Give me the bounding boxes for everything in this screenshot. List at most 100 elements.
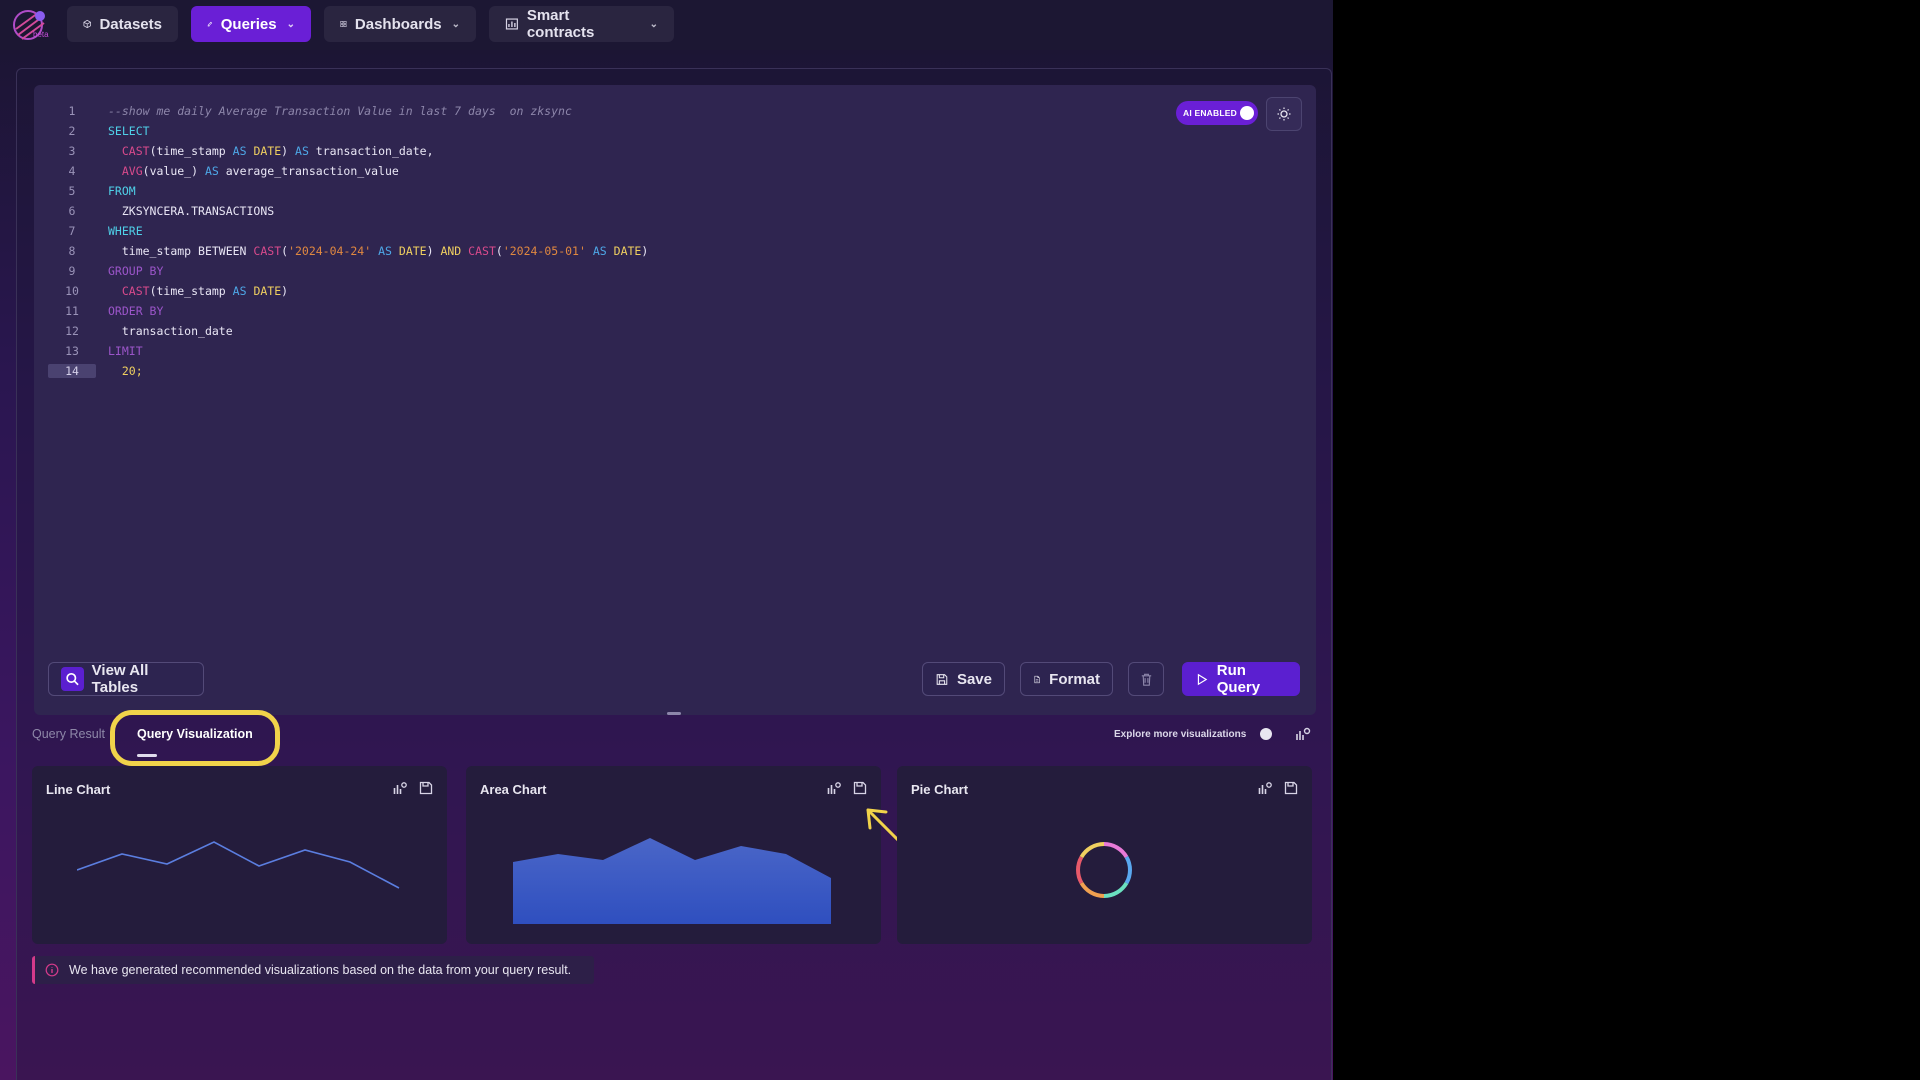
- ai-enabled-label: AI ENABLED: [1183, 108, 1237, 118]
- code-comment: --show me daily Average Transaction Valu…: [108, 104, 572, 118]
- line-number: 3: [68, 144, 76, 158]
- pie-chart-card[interactable]: Pie Chart: [897, 766, 1312, 944]
- code-type: DATE: [613, 244, 642, 258]
- run-query-label: Run Query: [1216, 662, 1261, 696]
- code-line: 9 GROUP BY: [48, 261, 1228, 281]
- code-text: (value_): [142, 164, 205, 178]
- line-number: 8: [68, 244, 76, 258]
- view-all-tables-button[interactable]: View All Tables: [48, 662, 204, 696]
- line-number: 1: [68, 104, 76, 118]
- save-label: Save: [956, 670, 992, 688]
- code-function: CAST: [121, 144, 150, 158]
- resize-handle[interactable]: [667, 712, 681, 715]
- save-icon: [936, 673, 948, 685]
- chevron-down-icon: ⌄: [286, 18, 295, 30]
- run-query-button[interactable]: Run Query: [1182, 662, 1300, 696]
- code-text: transaction_date: [121, 324, 233, 338]
- nav-queries[interactable]: Queries ⌄: [191, 6, 311, 42]
- code-function: CAST: [468, 244, 496, 258]
- code-text: time_stamp BETWEEN: [121, 244, 254, 258]
- code-type: DATE: [253, 144, 282, 158]
- format-label: Format: [1049, 670, 1100, 688]
- nav-dashboards[interactable]: Dashboards ⌄: [324, 6, 476, 42]
- chart-settings-icon[interactable]: [1295, 726, 1311, 742]
- format-button[interactable]: Format: [1020, 662, 1113, 696]
- edit-icon: [207, 21, 213, 27]
- code-text: average_transaction_value: [218, 164, 399, 178]
- explore-visualizations-link[interactable]: Explore more visualizations: [1114, 729, 1246, 740]
- code-line: 8 time_stamp BETWEEN CAST('2024-04-24' A…: [48, 241, 1228, 261]
- area-chart-card[interactable]: Area Chart: [466, 766, 958, 944]
- card-title: Area Chart: [480, 782, 547, 797]
- nav-queries-label: Queries: [220, 15, 277, 33]
- play-icon: [1197, 673, 1208, 685]
- code-function: AVG: [121, 164, 143, 178]
- code-keyword: AS: [378, 244, 392, 258]
- code-line: 12 transaction_date: [48, 321, 1228, 341]
- code-type: DATE: [253, 284, 282, 298]
- code-keyword: AS: [204, 164, 219, 178]
- line-number: 14: [48, 364, 96, 378]
- ai-enabled-toggle[interactable]: AI ENABLED: [1176, 101, 1258, 125]
- line-number: 10: [65, 284, 79, 298]
- save-button[interactable]: Save: [922, 662, 1005, 696]
- line-chart-preview: [77, 841, 400, 889]
- trash-icon: [1141, 673, 1151, 686]
- code-line: 6 ZKSYNCERA.TRANSACTIONS: [48, 201, 1228, 221]
- code-keyword: AS: [592, 244, 607, 258]
- code-area[interactable]: 1 --show me daily Average Transaction Val…: [48, 101, 1228, 381]
- notice-text: We have generated recommended visualizat…: [69, 963, 572, 977]
- card-title: Line Chart: [46, 782, 111, 797]
- theme-toggle-button[interactable]: [1266, 97, 1302, 131]
- delete-button[interactable]: [1128, 662, 1164, 696]
- code-keyword: AS: [295, 144, 309, 158]
- line-chart-card[interactable]: Line Chart: [32, 766, 447, 944]
- chevron-down-icon: ⌄: [649, 18, 658, 30]
- grid-icon: [340, 20, 347, 28]
- app-window: beta Datasets Queries ⌄ Dashboards ⌄ Sma…: [0, 0, 1333, 1080]
- code-keyword: GROUP BY: [108, 264, 164, 278]
- document-icon: [1034, 675, 1040, 683]
- chevron-down-icon: ⌄: [451, 18, 460, 30]
- explore-icon[interactable]: [1260, 728, 1272, 740]
- code-text: transaction_date,: [308, 144, 434, 158]
- code-text: (time_stamp: [149, 284, 233, 298]
- nav-datasets[interactable]: Datasets: [67, 6, 178, 42]
- save-icon[interactable]: [853, 781, 867, 795]
- sun-icon: [1277, 107, 1291, 121]
- code-line: 3 CAST(time_stamp AS DATE) AS transactio…: [48, 141, 1228, 161]
- toggle-knob: [1240, 106, 1254, 120]
- code-keyword: FROM: [108, 184, 136, 198]
- chart-settings-icon[interactable]: [827, 781, 841, 795]
- chart-settings-icon[interactable]: [393, 781, 407, 795]
- code-line: 13 LIMIT: [48, 341, 1228, 361]
- code-keyword: SELECT: [108, 124, 150, 138]
- pie-chart-preview: [1076, 842, 1132, 898]
- line-number: 9: [68, 264, 76, 278]
- sql-editor[interactable]: 1 --show me daily Average Transaction Val…: [34, 85, 1316, 715]
- nav-datasets-label: Datasets: [99, 15, 162, 33]
- nav-smart-contracts[interactable]: Smart contracts ⌄: [489, 6, 674, 42]
- code-line: 5 FROM: [48, 181, 1228, 201]
- beta-badge: beta: [33, 30, 49, 39]
- save-icon[interactable]: [1284, 781, 1298, 795]
- code-line: 2 SELECT: [48, 121, 1228, 141]
- area-chart-preview: [513, 838, 831, 924]
- code-keyword: AS: [232, 144, 247, 158]
- code-number: 20;: [121, 364, 143, 378]
- active-tab-indicator: [137, 754, 157, 757]
- line-number: 2: [68, 124, 76, 138]
- save-icon[interactable]: [419, 781, 433, 795]
- code-function: CAST: [253, 244, 282, 258]
- tab-query-result[interactable]: Query Result: [32, 727, 105, 741]
- code-keyword: LIMIT: [108, 344, 143, 358]
- line-number: 5: [68, 184, 76, 198]
- code-string: '2024-04-24': [288, 244, 372, 258]
- code-line: 11 ORDER BY: [48, 301, 1228, 321]
- line-number: 12: [65, 324, 79, 338]
- bar-chart-icon: [505, 18, 518, 30]
- tab-query-visualization[interactable]: Query Visualization: [137, 727, 253, 741]
- nav-dashboards-label: Dashboards: [354, 15, 442, 33]
- code-keyword: AS: [232, 284, 247, 298]
- chart-settings-icon[interactable]: [1258, 781, 1272, 795]
